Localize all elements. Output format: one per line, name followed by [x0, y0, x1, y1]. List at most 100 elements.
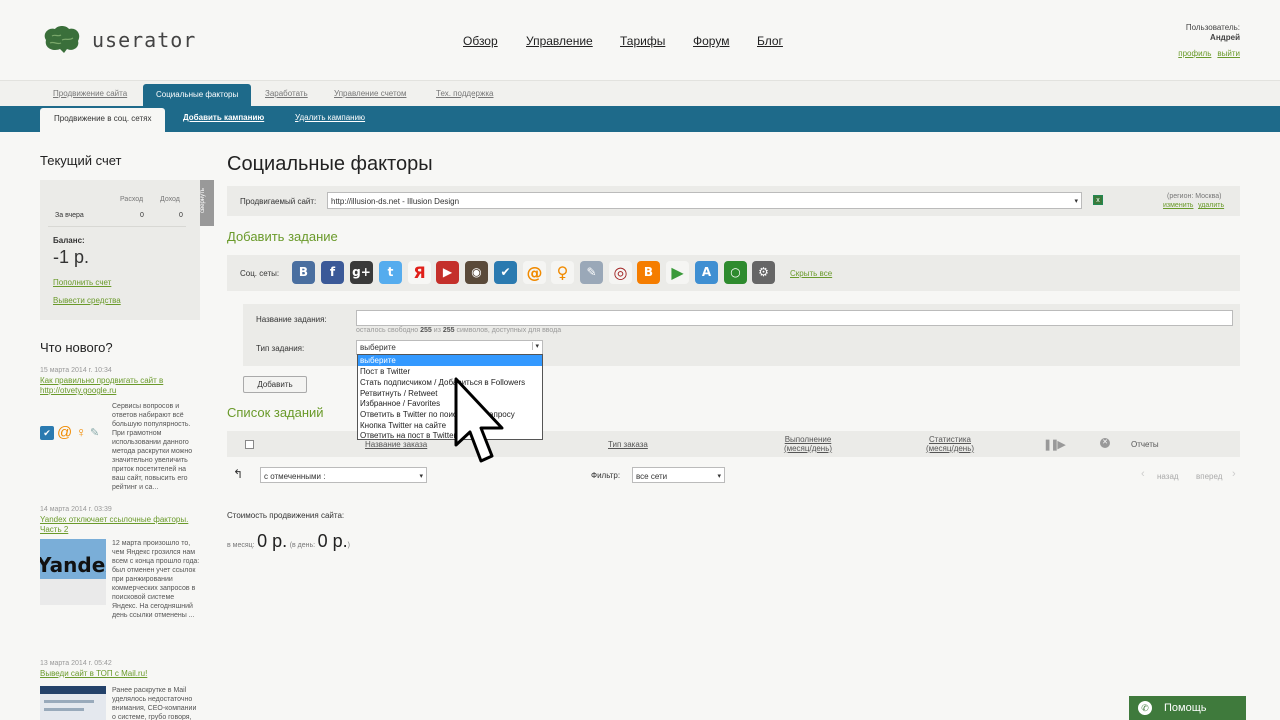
- region-change-link[interactable]: изменить: [1163, 202, 1193, 209]
- youtube-icon[interactable]: ▶: [436, 261, 459, 284]
- vk-icon[interactable]: В: [292, 261, 315, 284]
- news-link[interactable]: Выведи сайт в ТОП с Mail.ru!: [40, 669, 210, 679]
- user-label: Пользователь:: [1185, 23, 1240, 32]
- chevron-down-icon: ▾: [419, 473, 423, 480]
- main-tabs: Продвижение сайта Социальные факторы Зар…: [0, 80, 1280, 107]
- checkin-icon[interactable]: ✔: [494, 261, 517, 284]
- withdraw-link[interactable]: Вывести средства: [53, 296, 121, 305]
- task-type-option[interactable]: Ответить на пост в Twitter: [358, 430, 542, 440]
- add-task-title: Добавить задание: [227, 229, 338, 244]
- tab-earn[interactable]: Заработать: [265, 89, 308, 98]
- chevron-down-icon: ▾: [1074, 198, 1078, 205]
- play-pause-icon[interactable]: ❚❚▶: [1043, 438, 1066, 451]
- yandex-icon[interactable]: Я: [408, 261, 431, 284]
- logout-link[interactable]: выйти: [1217, 49, 1240, 58]
- row-income: 0: [179, 212, 183, 219]
- google-plus-icon[interactable]: g+: [350, 261, 373, 284]
- user-name: Андрей: [1210, 33, 1240, 42]
- nav-tariffs[interactable]: Тарифы: [620, 34, 665, 48]
- liveinternet-icon[interactable]: ✎: [580, 261, 603, 284]
- task-type-option[interactable]: Стать подписчиком / Добавиться в Followe…: [358, 377, 542, 388]
- subtab-add-campaign[interactable]: Добавить кампанию: [183, 113, 264, 122]
- account-title: Текущий счет: [40, 153, 122, 168]
- task-type-option[interactable]: Избранное / Favorites: [358, 398, 542, 409]
- mailru-icon[interactable]: @: [523, 261, 546, 284]
- bulk-action-select[interactable]: с отмеченными : ▾: [260, 467, 427, 483]
- soc-label: Соц. сеты:: [240, 269, 280, 278]
- balance-label: Баланс:: [53, 236, 85, 245]
- help-online-button[interactable]: ✆ Помощь онлайн: [1129, 696, 1246, 720]
- add-button[interactable]: Добавить: [243, 376, 307, 393]
- target-icon[interactable]: ◎: [609, 261, 632, 284]
- subtab-social-promotion[interactable]: Продвижение в соц. сетях: [40, 108, 166, 132]
- task-name-input[interactable]: [356, 310, 1233, 326]
- news-date: 14 марта 2014 г. 03:39: [40, 506, 112, 513]
- news-link[interactable]: Yandex отключает ссылочные факторы. Част…: [40, 515, 200, 535]
- collapse-button[interactable]: свернуть: [200, 180, 214, 226]
- tab-site-promotion[interactable]: Продвижение сайта: [53, 89, 127, 98]
- tab-support[interactable]: Тех. поддержка: [436, 89, 493, 98]
- news-link[interactable]: Как правильно продвигать сайт в http://o…: [40, 376, 210, 396]
- site-select[interactable]: http://illusion-ds.net - Illusion Design…: [327, 192, 1082, 209]
- liveinternet-icon: ✎: [90, 427, 100, 439]
- topup-link[interactable]: Пополнить счет: [53, 278, 111, 287]
- nav-forum[interactable]: Форум: [693, 34, 729, 48]
- nav-overview[interactable]: Обзор: [463, 34, 498, 48]
- task-type-label: Тип задания:: [256, 344, 305, 353]
- col-type[interactable]: Тип заказа: [608, 440, 648, 449]
- col-reports: Отчеты: [1131, 440, 1159, 449]
- col-name[interactable]: Название заказа: [365, 440, 427, 449]
- region-delete-link[interactable]: удалить: [1198, 202, 1224, 209]
- tab-account-management[interactable]: Управление счетом: [334, 89, 406, 98]
- nav-management[interactable]: Управление: [526, 34, 593, 48]
- chevron-right-icon[interactable]: ›: [1232, 468, 1236, 480]
- mouse-cursor-icon: [454, 377, 504, 463]
- cost-values: в месяц: 0 р. (в день: 0 р.): [227, 531, 350, 552]
- delete-icon[interactable]: ✕: [1100, 438, 1110, 448]
- settings-icon[interactable]: ⚙: [752, 261, 775, 284]
- profile-link[interactable]: профиль: [1178, 49, 1211, 58]
- task-type-option[interactable]: выберите: [358, 355, 542, 366]
- facebook-icon[interactable]: f: [321, 261, 344, 284]
- mailru-news-image: [40, 686, 106, 720]
- per-day-close: ): [347, 542, 351, 549]
- hide-all-link[interactable]: Скрыть все: [790, 269, 832, 278]
- bulk-action-value: с отмеченными :: [264, 472, 326, 481]
- site-bar: Продвигаемый сайт: http://illusion-ds.ne…: [227, 186, 1240, 216]
- chevron-left-icon[interactable]: ‹: [1141, 468, 1145, 480]
- chars-counter: осталось свободно 255 из 255 символов, д…: [356, 327, 562, 334]
- news-text: Сервисы вопросов и ответов набирают всё …: [112, 403, 193, 491]
- col-done[interactable]: Выполнение (месяц/день): [780, 435, 836, 453]
- task-name-label: Название задания:: [256, 315, 327, 324]
- filter-value: все сети: [636, 472, 668, 481]
- logo-text[interactable]: userator: [92, 28, 196, 52]
- filter-select[interactable]: все сети ▾: [632, 467, 725, 483]
- user-box: Пользователь: Андрей профиль выйти: [1172, 23, 1240, 59]
- app-store-icon[interactable]: A: [695, 261, 718, 284]
- task-type-option[interactable]: Ответить в Twitter по поисковому запросу: [358, 409, 542, 420]
- odnoklassniki-icon[interactable]: ♀: [551, 261, 574, 284]
- news-text: 12 марта произошло то, чем Яндекс грозил…: [112, 540, 200, 619]
- select-all-checkbox[interactable]: [245, 440, 254, 449]
- next-page-link[interactable]: вперед: [1196, 472, 1222, 481]
- image-caption: Yandex: [40, 553, 106, 577]
- prev-page-link[interactable]: назад: [1157, 472, 1179, 481]
- col-stats[interactable]: Статистика (месяц/день): [922, 435, 978, 453]
- excel-icon[interactable]: x: [1093, 195, 1103, 205]
- google-play-icon[interactable]: ▶: [666, 261, 689, 284]
- instagram-icon[interactable]: ◉: [465, 261, 488, 284]
- account-box: Расход Доход За вчера 0 0 Баланс: -1 р. …: [40, 180, 200, 320]
- nav-blog[interactable]: Блог: [757, 34, 783, 48]
- per-month-label: в месяц:: [227, 542, 255, 549]
- task-type-select[interactable]: выберите ▾: [356, 340, 543, 355]
- site-select-value: http://illusion-ds.net - Illusion Design: [331, 197, 460, 206]
- news-text: Ранее раскрутке в Mail уделялось недоста…: [112, 687, 197, 720]
- twitter-icon[interactable]: t: [379, 261, 402, 284]
- brain-logo-icon[interactable]: [40, 24, 82, 54]
- news-date: 15 марта 2014 г. 10:34: [40, 367, 112, 374]
- blogger-icon[interactable]: B: [637, 261, 660, 284]
- circle-icon[interactable]: ○: [724, 261, 747, 284]
- tab-social-factors[interactable]: Социальные факторы: [143, 84, 252, 107]
- subtab-delete-campaign[interactable]: Удалить кампанию: [295, 113, 365, 122]
- task-type-option[interactable]: Пост в Twitter: [358, 366, 542, 377]
